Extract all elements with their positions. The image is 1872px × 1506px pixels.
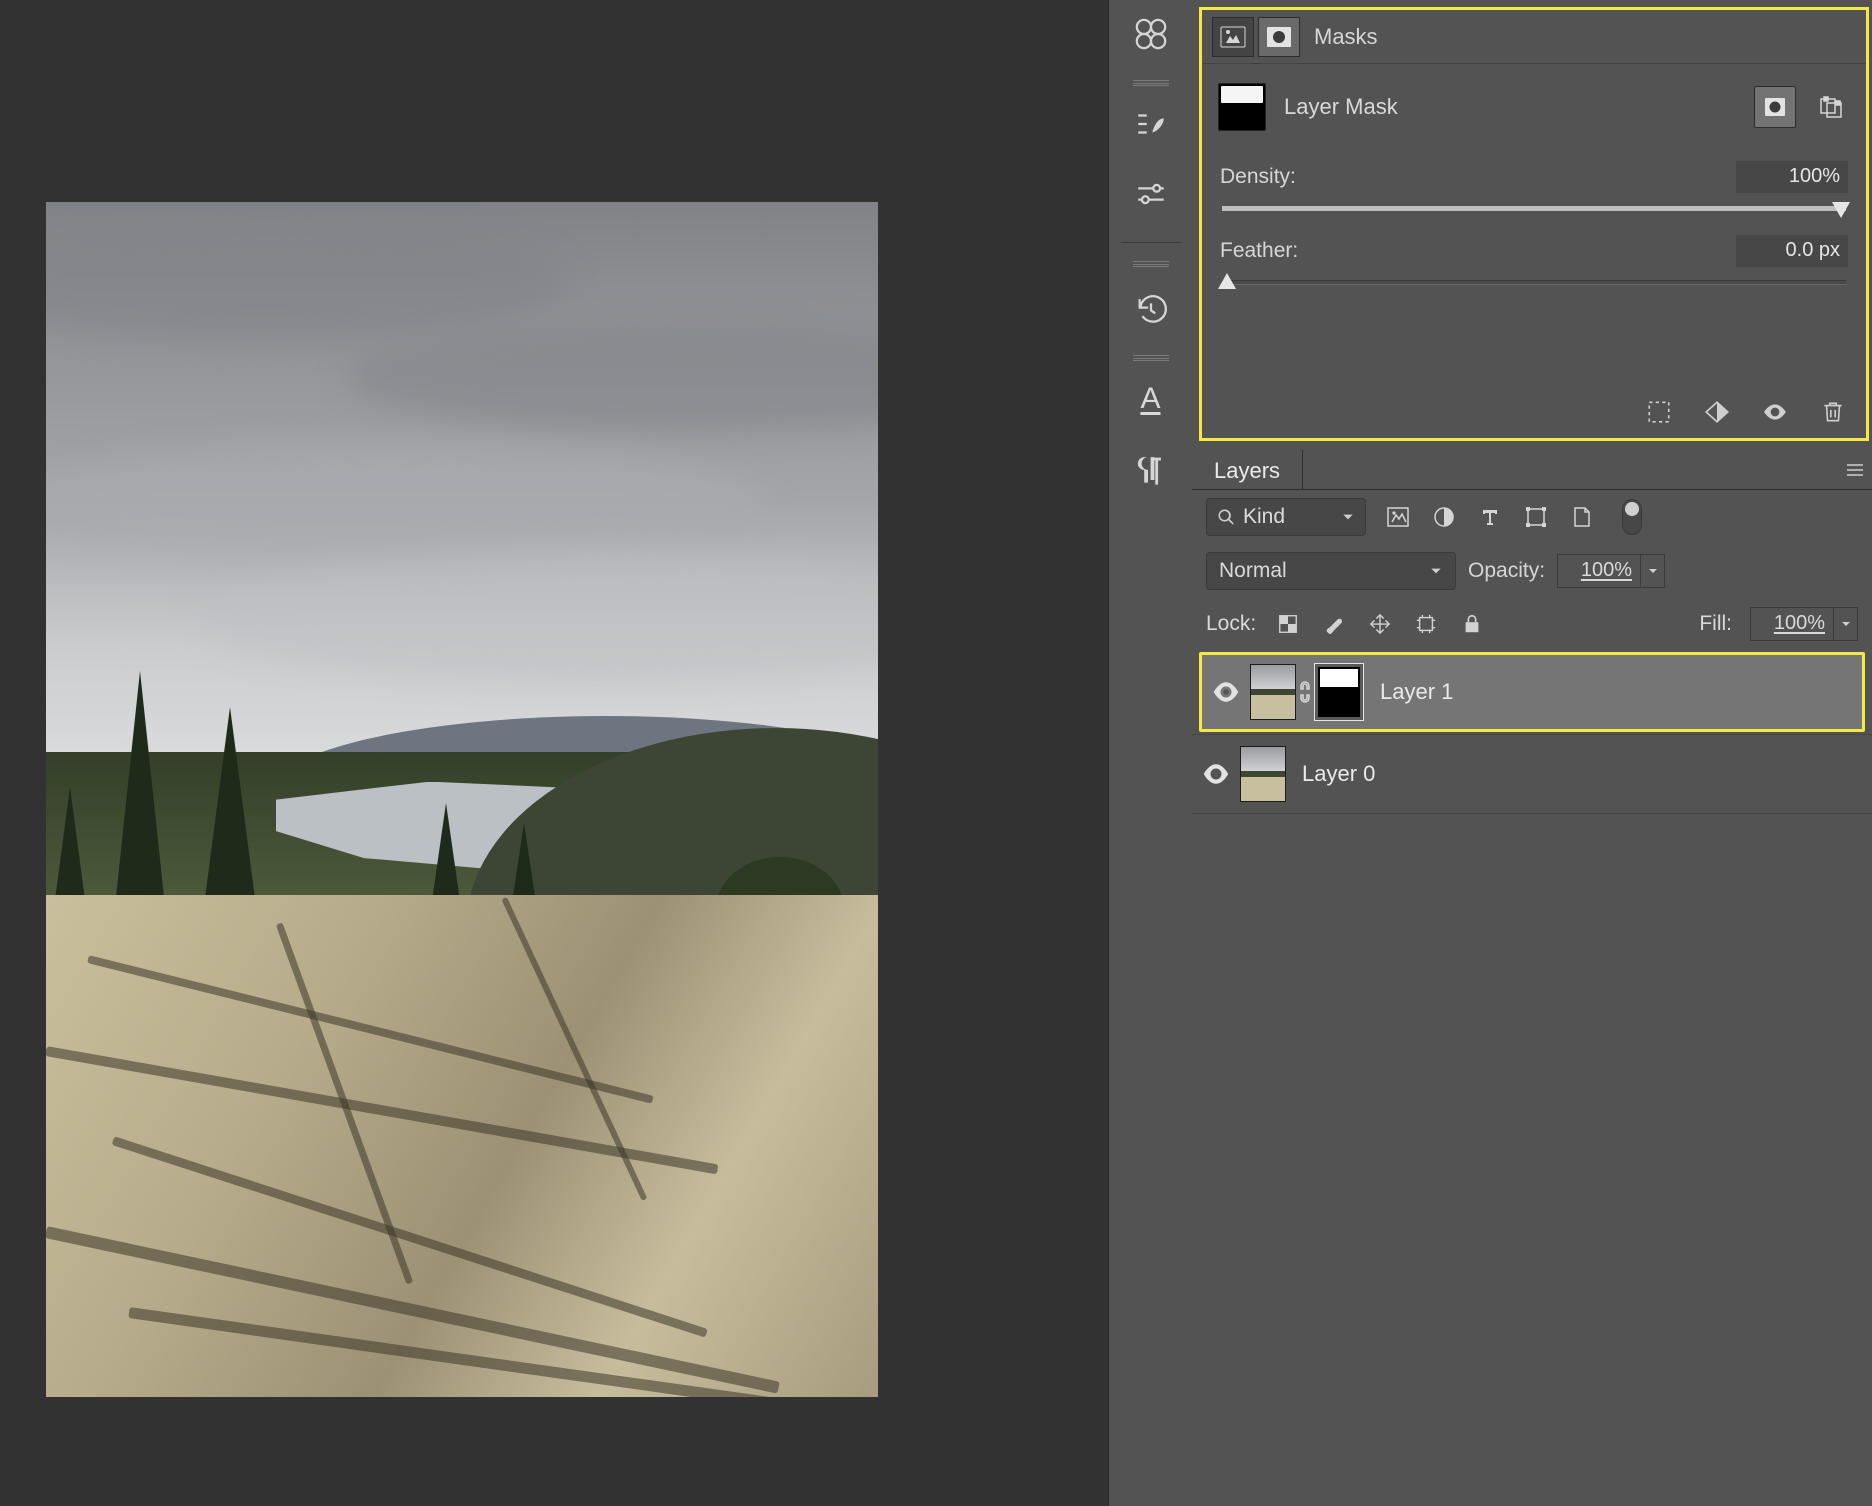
fill-field[interactable]: 100% bbox=[1750, 607, 1858, 641]
filter-shape-icon[interactable] bbox=[1522, 503, 1550, 531]
filter-smartobject-icon[interactable] bbox=[1568, 503, 1596, 531]
opacity-label: Opacity: bbox=[1468, 559, 1545, 583]
mask-visibility-icon[interactable] bbox=[1760, 397, 1790, 427]
history-icon[interactable] bbox=[1123, 281, 1179, 337]
adjustments-icon[interactable] bbox=[1123, 166, 1179, 222]
add-vector-mask-button[interactable] bbox=[1810, 86, 1852, 128]
masks-header: Masks bbox=[1202, 10, 1866, 64]
collapsed-panel-strip: A bbox=[1108, 0, 1192, 1506]
filter-kind-dropdown[interactable]: Kind bbox=[1206, 498, 1366, 536]
lock-all-icon[interactable] bbox=[1458, 610, 1486, 638]
density-value[interactable]: 100% bbox=[1736, 161, 1848, 193]
filter-toggle[interactable] bbox=[1622, 499, 1642, 535]
layer-mask-label: Layer Mask bbox=[1284, 94, 1398, 120]
lock-label: Lock: bbox=[1206, 612, 1256, 636]
swatches-icon[interactable] bbox=[1123, 6, 1179, 62]
visibility-toggle[interactable] bbox=[1202, 655, 1250, 729]
vector-mask-mode-button[interactable] bbox=[1258, 17, 1300, 57]
lock-pixels-icon[interactable] bbox=[1320, 610, 1348, 638]
filter-adjustment-icon[interactable] bbox=[1430, 503, 1458, 531]
layer-list: Layer 1 Layer 0 bbox=[1192, 652, 1872, 814]
lock-position-icon[interactable] bbox=[1366, 610, 1394, 638]
brush-settings-icon[interactable] bbox=[1123, 96, 1179, 152]
lock-artboard-icon[interactable] bbox=[1412, 610, 1440, 638]
layer-thumbnail[interactable] bbox=[1250, 664, 1296, 720]
invert-mask-icon[interactable] bbox=[1702, 397, 1732, 427]
masks-title: Masks bbox=[1314, 24, 1378, 50]
layer-mask-row: Layer Mask bbox=[1202, 64, 1866, 150]
panel-menu-icon[interactable] bbox=[1838, 450, 1872, 489]
feather-slider[interactable] bbox=[1222, 272, 1846, 294]
add-pixel-mask-button[interactable] bbox=[1754, 86, 1796, 128]
feather-label: Feather: bbox=[1220, 239, 1736, 263]
layer-name[interactable]: Layer 0 bbox=[1302, 761, 1375, 787]
lock-fill-row: Lock: Fill: 100% bbox=[1192, 598, 1872, 650]
blend-mode-dropdown[interactable]: Normal bbox=[1206, 552, 1456, 590]
panel-grip[interactable] bbox=[1133, 261, 1169, 267]
pixel-mask-mode-button[interactable] bbox=[1212, 17, 1254, 57]
density-slider[interactable] bbox=[1222, 198, 1846, 220]
layer-mask-thumbnail[interactable] bbox=[1218, 83, 1266, 131]
layers-tabbar: Layers bbox=[1192, 450, 1872, 490]
filter-type-icon[interactable] bbox=[1476, 503, 1504, 531]
layers-panel: Layers Kind Normal Opacity: 10 bbox=[1192, 450, 1872, 1506]
document-image[interactable] bbox=[46, 202, 878, 1397]
masks-panel-footer bbox=[1202, 386, 1866, 438]
canvas-area[interactable] bbox=[0, 0, 1108, 1506]
layers-tab[interactable]: Layers bbox=[1192, 450, 1303, 489]
blend-opacity-row: Normal Opacity: 100% bbox=[1192, 544, 1872, 598]
properties-masks-panel: Masks Layer Mask Density: 100% bbox=[1199, 7, 1869, 441]
panel-grip[interactable] bbox=[1133, 80, 1169, 86]
character-panel-icon[interactable]: A bbox=[1123, 371, 1179, 427]
delete-mask-icon[interactable] bbox=[1818, 397, 1848, 427]
opacity-field[interactable]: 100% bbox=[1557, 554, 1665, 588]
mask-from-selection-icon[interactable] bbox=[1644, 397, 1674, 427]
fill-label: Fill: bbox=[1699, 612, 1732, 636]
mask-link-icon[interactable] bbox=[1296, 664, 1314, 720]
feather-value[interactable]: 0.0 px bbox=[1736, 235, 1848, 267]
layer-mask-thumbnail[interactable] bbox=[1314, 663, 1364, 721]
panel-grip[interactable] bbox=[1133, 355, 1169, 361]
panels-area: Masks Layer Mask Density: 100% bbox=[1192, 0, 1872, 1506]
filter-pixel-icon[interactable] bbox=[1384, 503, 1412, 531]
layer-name[interactable]: Layer 1 bbox=[1380, 679, 1453, 705]
layer-row-0[interactable]: Layer 0 bbox=[1192, 734, 1872, 814]
layer-thumbnail[interactable] bbox=[1240, 746, 1286, 802]
lock-transparency-icon[interactable] bbox=[1274, 610, 1302, 638]
paragraph-panel-icon[interactable] bbox=[1123, 441, 1179, 497]
layer-row-1[interactable]: Layer 1 bbox=[1199, 652, 1865, 732]
visibility-toggle[interactable] bbox=[1192, 735, 1240, 813]
layer-filter-row: Kind bbox=[1192, 490, 1872, 544]
density-label: Density: bbox=[1220, 165, 1736, 189]
